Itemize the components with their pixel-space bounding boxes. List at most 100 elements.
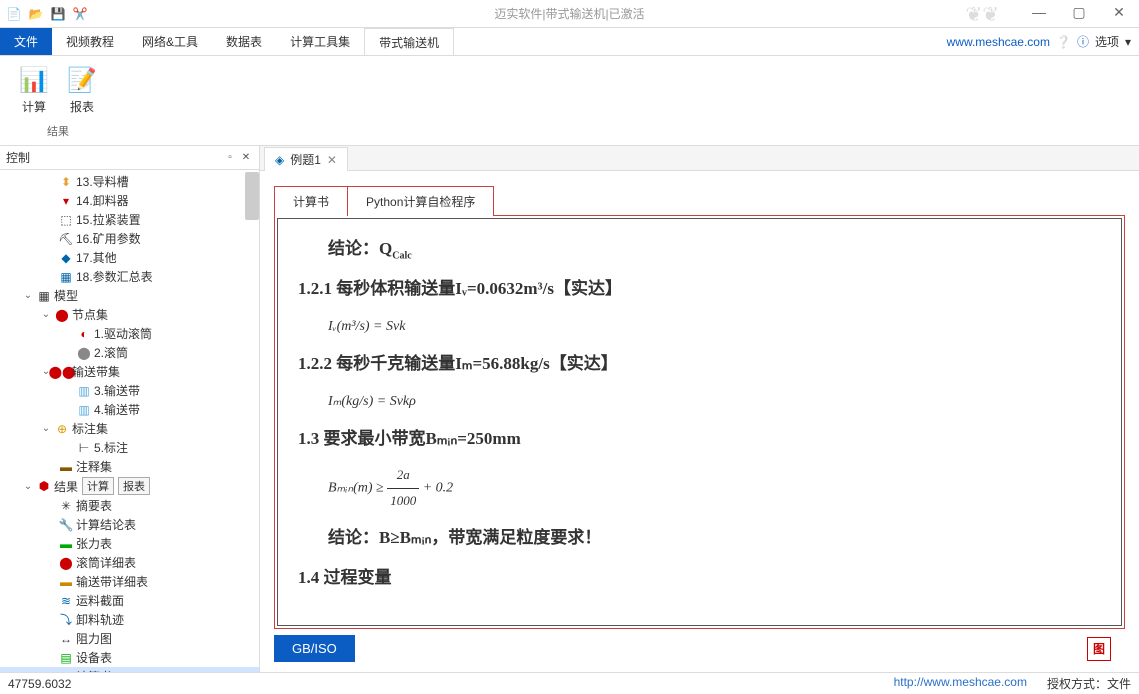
cube-icon: ◈ (275, 153, 284, 167)
caret-icon[interactable]: ⌄ (40, 423, 52, 434)
text-line: 结论：QCalc (328, 233, 1101, 265)
gbiso-button[interactable]: GB/ISO (274, 635, 355, 662)
caret-icon[interactable]: ⌄ (22, 290, 34, 301)
tree-report-button[interactable]: 报表 (118, 477, 150, 495)
heading: 1.4 过程变量 (298, 562, 1101, 594)
tree-item[interactable]: ▥3.输送带 (0, 381, 259, 400)
heading: 1.2.2 每秒千克输送量Iₘ=56.88kg/s【实达】 (298, 348, 1101, 380)
tree-item[interactable]: 🔧计算结论表 (0, 515, 259, 534)
tree-results[interactable]: ⌄⬢结果计算报表 (0, 476, 259, 496)
calc-button[interactable]: 📊 计算 (14, 62, 54, 117)
formula: Iᵥ(m³/s) = Svk (328, 314, 1101, 341)
calc-document[interactable]: 结论：QCalc 1.2.1 每秒体积输送量Iᵥ=0.0632m³/s【实达】 … (277, 218, 1122, 626)
tu-badge[interactable]: 图 (1087, 637, 1111, 661)
tree-item[interactable]: ⬍13.导料槽 (0, 172, 259, 191)
tension-icon: ⬚ (58, 212, 74, 228)
labels-icon: ⊕ (54, 421, 70, 437)
text-line: 结论：B≥Bₘᵢₙ，带宽满足粒度要求！ (328, 522, 1101, 554)
menu-file[interactable]: 文件 (0, 28, 52, 55)
formula: Bₘᵢₙ(m) ≥ 2a1000 + 0.2 (328, 463, 1101, 513)
tree-calc-book[interactable]: π计算书 (0, 667, 259, 672)
tree-item[interactable]: ▬张力表 (0, 534, 259, 553)
pi-icon: π (58, 669, 74, 673)
tree-item[interactable]: ⬤滚筒详细表 (0, 553, 259, 572)
minimize-button[interactable]: — (1019, 0, 1059, 24)
scrollbar-thumb[interactable] (245, 172, 259, 220)
tree-item[interactable]: ▦18.参数汇总表 (0, 267, 259, 286)
tree-item[interactable]: ◐1.驱动滚筒 (0, 324, 259, 343)
status-left: 47759.6032 (8, 677, 71, 691)
tree-item[interactable]: ▬注释集 (0, 457, 259, 476)
doc-tab-label: 例题1 (290, 151, 321, 168)
tool-icon[interactable]: ✂️ (70, 4, 90, 24)
maximize-button[interactable]: ▢ (1059, 0, 1099, 24)
workspace: 控制 ▫ ✕ ⬍13.导料槽 ▾14.卸料器 ⬚15.拉紧装置 ⛏16.矿用参数… (0, 146, 1139, 672)
unloader-icon: ▾ (58, 193, 74, 209)
header-url[interactable]: www.meshcae.com (947, 35, 1050, 49)
tree-item[interactable]: ⊢5.标注 (0, 438, 259, 457)
doc-bottom-bar: GB/ISO 图 (274, 629, 1125, 662)
report-button[interactable]: 📝 报表 (62, 62, 102, 117)
open-file-icon[interactable]: 📂 (26, 4, 46, 24)
tree-item[interactable]: ⬤2.滚筒 (0, 343, 259, 362)
drive-roller-icon: ◐ (76, 326, 92, 342)
item-icon: ▬ (58, 574, 74, 590)
report-label: 报表 (70, 98, 94, 115)
save-icon[interactable]: 💾 (48, 4, 68, 24)
tree-item[interactable]: ▥4.输送带 (0, 400, 259, 419)
menu-calc-tools[interactable]: 计算工具集 (276, 28, 364, 55)
tree-nodes[interactable]: ⌄⬤节点集 (0, 305, 259, 324)
tree-item[interactable]: ▤设备表 (0, 648, 259, 667)
tree-item[interactable]: ⬚15.拉紧装置 (0, 210, 259, 229)
content-box: 结论：QCalc 1.2.1 每秒体积输送量Iᵥ=0.0632m³/s【实达】 … (274, 215, 1125, 629)
panel-close-icon[interactable]: ✕ (239, 151, 253, 165)
titlebar: 📄 📂 💾 ✂️ ❦❦ 迈实软件|带式输送机|已激活 — ▢ ✕ (0, 0, 1139, 28)
item-icon: ✳ (58, 498, 74, 514)
tree-item[interactable]: ◆17.其他 (0, 248, 259, 267)
belt-icon: ▥ (76, 402, 92, 418)
menu-video[interactable]: 视频教程 (52, 28, 128, 55)
info-icon[interactable]: ⓘ (1077, 33, 1089, 50)
help-icon[interactable]: ❔ (1056, 35, 1071, 49)
tree-calc-button[interactable]: 计算 (82, 477, 114, 495)
item-icon: ▤ (58, 650, 74, 666)
ribbon-group-result: 📊 计算 📝 报表 结果 (14, 62, 102, 139)
dropdown-icon[interactable]: ▾ (1125, 35, 1131, 49)
belts-icon: ⬤⬤ (54, 364, 70, 380)
doc-tab[interactable]: ◈ 例题1 ✕ (264, 147, 348, 171)
subtab-calc-book[interactable]: 计算书 (274, 186, 348, 216)
tree-item[interactable]: ↔阻力图 (0, 629, 259, 648)
window-controls: — ▢ ✕ (1019, 0, 1139, 24)
menu-data[interactable]: 数据表 (212, 28, 276, 55)
options-link[interactable]: 选项 (1095, 33, 1119, 50)
statusbar: 47759.6032 http://www.meshcae.com 授权方式：文… (0, 672, 1139, 694)
new-file-icon[interactable]: 📄 (4, 4, 24, 24)
menu-conveyor[interactable]: 带式输送机 (364, 28, 454, 55)
tree-view[interactable]: ⬍13.导料槽 ▾14.卸料器 ⬚15.拉紧装置 ⛏16.矿用参数 ◆17.其他… (0, 170, 259, 672)
tree-belts[interactable]: ⌄⬤⬤输送带集 (0, 362, 259, 381)
tree-item[interactable]: ⤵卸料轨迹 (0, 610, 259, 629)
menu-network[interactable]: 网络&工具 (128, 28, 212, 55)
doc-body: 计算书 Python计算自检程序 结论：QCalc 1.2.1 每秒体积输送量I… (260, 171, 1139, 672)
tree-item[interactable]: ⛏16.矿用参数 (0, 229, 259, 248)
status-auth: 授权方式：文件 (1047, 675, 1131, 692)
tree-model[interactable]: ⌄▦模型 (0, 286, 259, 305)
caret-icon[interactable]: ⌄ (22, 481, 34, 492)
deco-icon: ❦❦ (965, 2, 999, 27)
tree-item[interactable]: ✳摘要表 (0, 496, 259, 515)
tree-item[interactable]: ▬输送带详细表 (0, 572, 259, 591)
tree-labels[interactable]: ⌄⊕标注集 (0, 419, 259, 438)
close-button[interactable]: ✕ (1099, 0, 1139, 24)
caret-icon[interactable]: ⌄ (40, 309, 52, 320)
control-panel: 控制 ▫ ✕ ⬍13.导料槽 ▾14.卸料器 ⬚15.拉紧装置 ⛏16.矿用参数… (0, 146, 260, 672)
chute-icon: ⬍ (58, 174, 74, 190)
subtab-python[interactable]: Python计算自检程序 (348, 186, 494, 216)
status-url[interactable]: http://www.meshcae.com (894, 675, 1027, 692)
quick-access: 📄 📂 💾 ✂️ (4, 4, 90, 24)
menubar: 文件 视频教程 网络&工具 数据表 计算工具集 带式输送机 www.meshca… (0, 28, 1139, 56)
dock-icon[interactable]: ▫ (223, 151, 237, 165)
tree-item[interactable]: ▾14.卸料器 (0, 191, 259, 210)
tab-close-icon[interactable]: ✕ (327, 153, 337, 167)
tree-item[interactable]: ≋运料截面 (0, 591, 259, 610)
item-icon: ⤵ (58, 612, 74, 628)
